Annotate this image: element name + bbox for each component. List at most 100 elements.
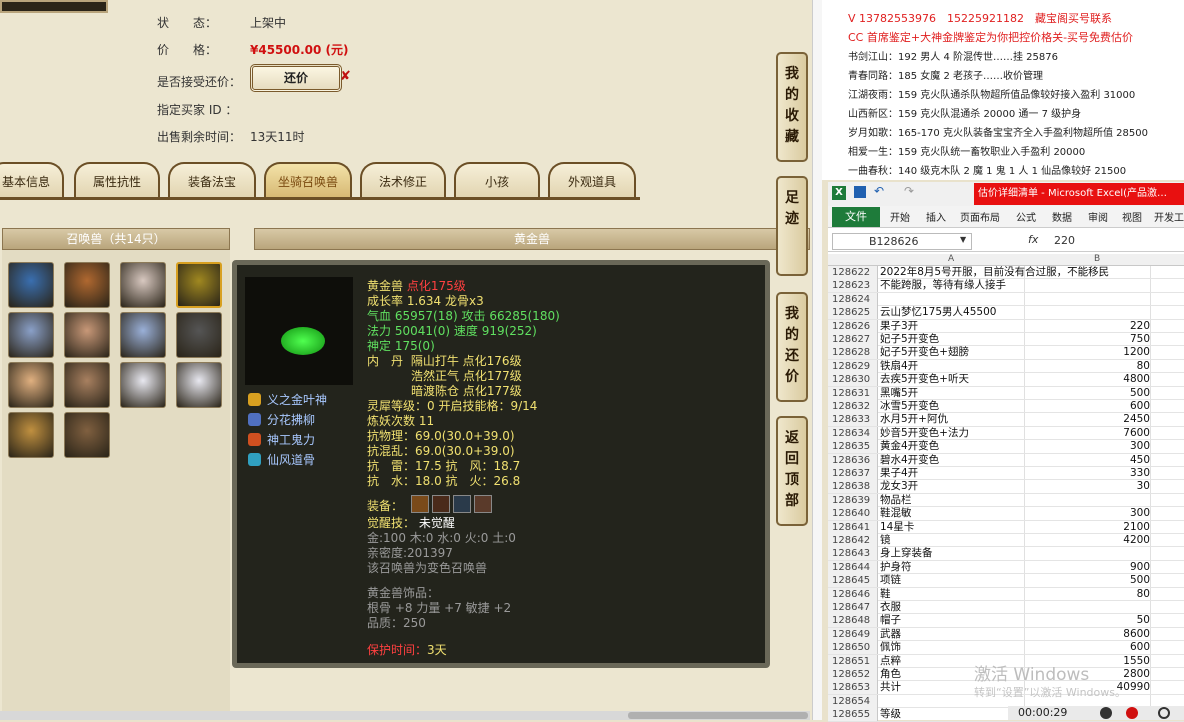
file-tab[interactable]: 文件 xyxy=(832,207,880,227)
cell-b[interactable]: 450 xyxy=(1024,454,1150,467)
row-number[interactable]: 128654 xyxy=(828,694,878,708)
column-a-header[interactable]: A xyxy=(948,254,954,264)
cell-b[interactable]: 500 xyxy=(1024,574,1150,587)
row-number[interactable]: 128623 xyxy=(828,279,878,293)
row-number[interactable]: 128644 xyxy=(828,560,878,574)
pet-slot[interactable] xyxy=(8,312,54,358)
pet-slot[interactable] xyxy=(120,262,166,308)
row-number[interactable]: 128639 xyxy=(828,493,878,507)
ribbon-tab-data[interactable]: 数据 xyxy=(1052,209,1072,224)
cell-b[interactable]: 300 xyxy=(1024,440,1150,453)
row-number[interactable]: 128649 xyxy=(828,627,878,641)
cell-b[interactable]: 220 xyxy=(1024,320,1150,333)
pet-slot[interactable] xyxy=(8,412,54,458)
row-number[interactable]: 128647 xyxy=(828,601,878,614)
tab-basic-info[interactable]: 基本信息 xyxy=(0,162,64,198)
cell-a[interactable]: 身上穿装备 xyxy=(880,547,933,560)
cell-a[interactable]: 妙音5开变色+法力 xyxy=(880,427,969,440)
row-number[interactable]: 128646 xyxy=(828,587,878,601)
cell-b[interactable]: 750 xyxy=(1024,333,1150,346)
skill-2[interactable]: 分花拂柳 xyxy=(248,413,315,427)
cell-a[interactable]: 佩饰 xyxy=(880,641,901,654)
row-number[interactable]: 128625 xyxy=(828,306,878,320)
back-to-top-button[interactable]: 返回顶部 xyxy=(776,416,808,526)
pet-slot[interactable] xyxy=(64,312,110,358)
tab-appearance[interactable]: 外观道具 xyxy=(548,162,636,198)
cell-a[interactable]: 黑嘴5开 xyxy=(880,387,918,400)
cell-a[interactable]: 水月5开+阿仇 xyxy=(880,413,948,426)
formula-input[interactable]: 220 xyxy=(1054,234,1075,247)
pet-slot[interactable] xyxy=(176,312,222,358)
pet-slot[interactable] xyxy=(8,262,54,308)
row-number[interactable]: 128635 xyxy=(828,440,878,454)
cell-a[interactable]: 项链 xyxy=(880,574,901,587)
cell-b[interactable]: 80 xyxy=(1024,588,1150,601)
cell-a[interactable]: 镜 xyxy=(880,534,891,547)
cell-a[interactable]: 衣服 xyxy=(880,601,901,614)
row-number[interactable]: 128627 xyxy=(828,333,878,346)
row-number[interactable]: 128651 xyxy=(828,654,878,668)
equip-slot-1-icon[interactable] xyxy=(411,495,429,513)
row-number[interactable]: 128631 xyxy=(828,386,878,400)
save-icon[interactable] xyxy=(854,186,866,198)
pet-slot[interactable] xyxy=(176,362,222,408)
cell-a[interactable]: 云山梦忆175男人45500 xyxy=(880,306,996,319)
row-number[interactable]: 128633 xyxy=(828,413,878,427)
row-number[interactable]: 128622 xyxy=(828,266,878,279)
cell-b[interactable]: 300 xyxy=(1024,507,1150,520)
cell-b[interactable]: 2100 xyxy=(1024,521,1150,534)
cell-a[interactable]: 2022年8月5号开服，目前没有合过服，不能移民 xyxy=(880,266,1109,279)
row-number[interactable]: 128643 xyxy=(828,547,878,561)
my-offers-button[interactable]: 我的还价 xyxy=(776,292,808,402)
cell-a[interactable]: 碧水4开变色 xyxy=(880,454,939,467)
row-number[interactable]: 128629 xyxy=(828,359,878,373)
pet-slot[interactable] xyxy=(8,362,54,408)
counter-offer-button[interactable]: 还价 xyxy=(250,64,342,92)
cell-b[interactable]: 50 xyxy=(1024,614,1150,627)
cell-b[interactable]: 600 xyxy=(1024,641,1150,654)
row-number[interactable]: 128653 xyxy=(828,681,878,695)
cell-a[interactable]: 妃子5开变色 xyxy=(880,333,939,346)
my-favorites-button[interactable]: 我的收藏 xyxy=(776,52,808,162)
skill-4[interactable]: 仙风道骨 xyxy=(248,453,315,467)
cell-b[interactable]: 600 xyxy=(1024,400,1150,413)
cell-a[interactable]: 铁扇4开 xyxy=(880,360,918,373)
row-number[interactable]: 128630 xyxy=(828,373,878,387)
cell-b[interactable]: 330 xyxy=(1024,467,1150,480)
row-number[interactable]: 128624 xyxy=(828,292,878,306)
undo-icon[interactable]: ↶ xyxy=(874,184,884,198)
cell-a[interactable]: 鞋混敏 xyxy=(880,507,912,520)
cell-b[interactable]: 500 xyxy=(1024,387,1150,400)
tab-children[interactable]: 小孩 xyxy=(454,162,540,198)
pet-slot[interactable] xyxy=(64,262,110,308)
footprints-button[interactable]: 足迹 xyxy=(776,176,808,276)
camera-icon[interactable] xyxy=(1158,707,1170,719)
redo-icon[interactable]: ↷ xyxy=(904,184,914,198)
row-number[interactable]: 128636 xyxy=(828,453,878,467)
cell-b[interactable]: 4200 xyxy=(1024,534,1150,547)
ribbon-tab-developer[interactable]: 开发工 xyxy=(1154,209,1184,224)
fx-icon[interactable]: fx xyxy=(1028,233,1038,246)
cell-b[interactable]: 7600 xyxy=(1024,427,1150,440)
row-number[interactable]: 128637 xyxy=(828,467,878,480)
cell-a[interactable]: 去疾5开变色+听天 xyxy=(880,373,969,386)
cell-a[interactable]: 共计 xyxy=(880,681,901,694)
pet-slot[interactable] xyxy=(120,362,166,408)
row-number[interactable]: 128628 xyxy=(828,346,878,360)
cell-a[interactable]: 护身符 xyxy=(880,561,912,574)
cell-a[interactable]: 果子3开 xyxy=(880,320,918,333)
cell-b[interactable]: 2450 xyxy=(1024,413,1150,426)
ribbon-tab-layout[interactable]: 页面布局 xyxy=(960,209,1000,224)
skill-3[interactable]: 神工鬼力 xyxy=(248,433,315,447)
row-number[interactable]: 128650 xyxy=(828,641,878,655)
cell-a[interactable]: 物品栏 xyxy=(880,494,912,507)
cell-a[interactable]: 龙女3开 xyxy=(880,480,918,493)
chevron-down-icon[interactable]: ▼ xyxy=(960,235,966,244)
cell-a[interactable]: 点粹 xyxy=(880,655,901,668)
pet-slot[interactable] xyxy=(176,262,222,308)
pet-slot[interactable] xyxy=(64,412,110,458)
cell-b[interactable]: 8600 xyxy=(1024,628,1150,641)
tab-spell-mods[interactable]: 法术修正 xyxy=(360,162,446,198)
row-number[interactable]: 128634 xyxy=(828,426,878,440)
cell-b[interactable]: 1200 xyxy=(1024,346,1150,359)
